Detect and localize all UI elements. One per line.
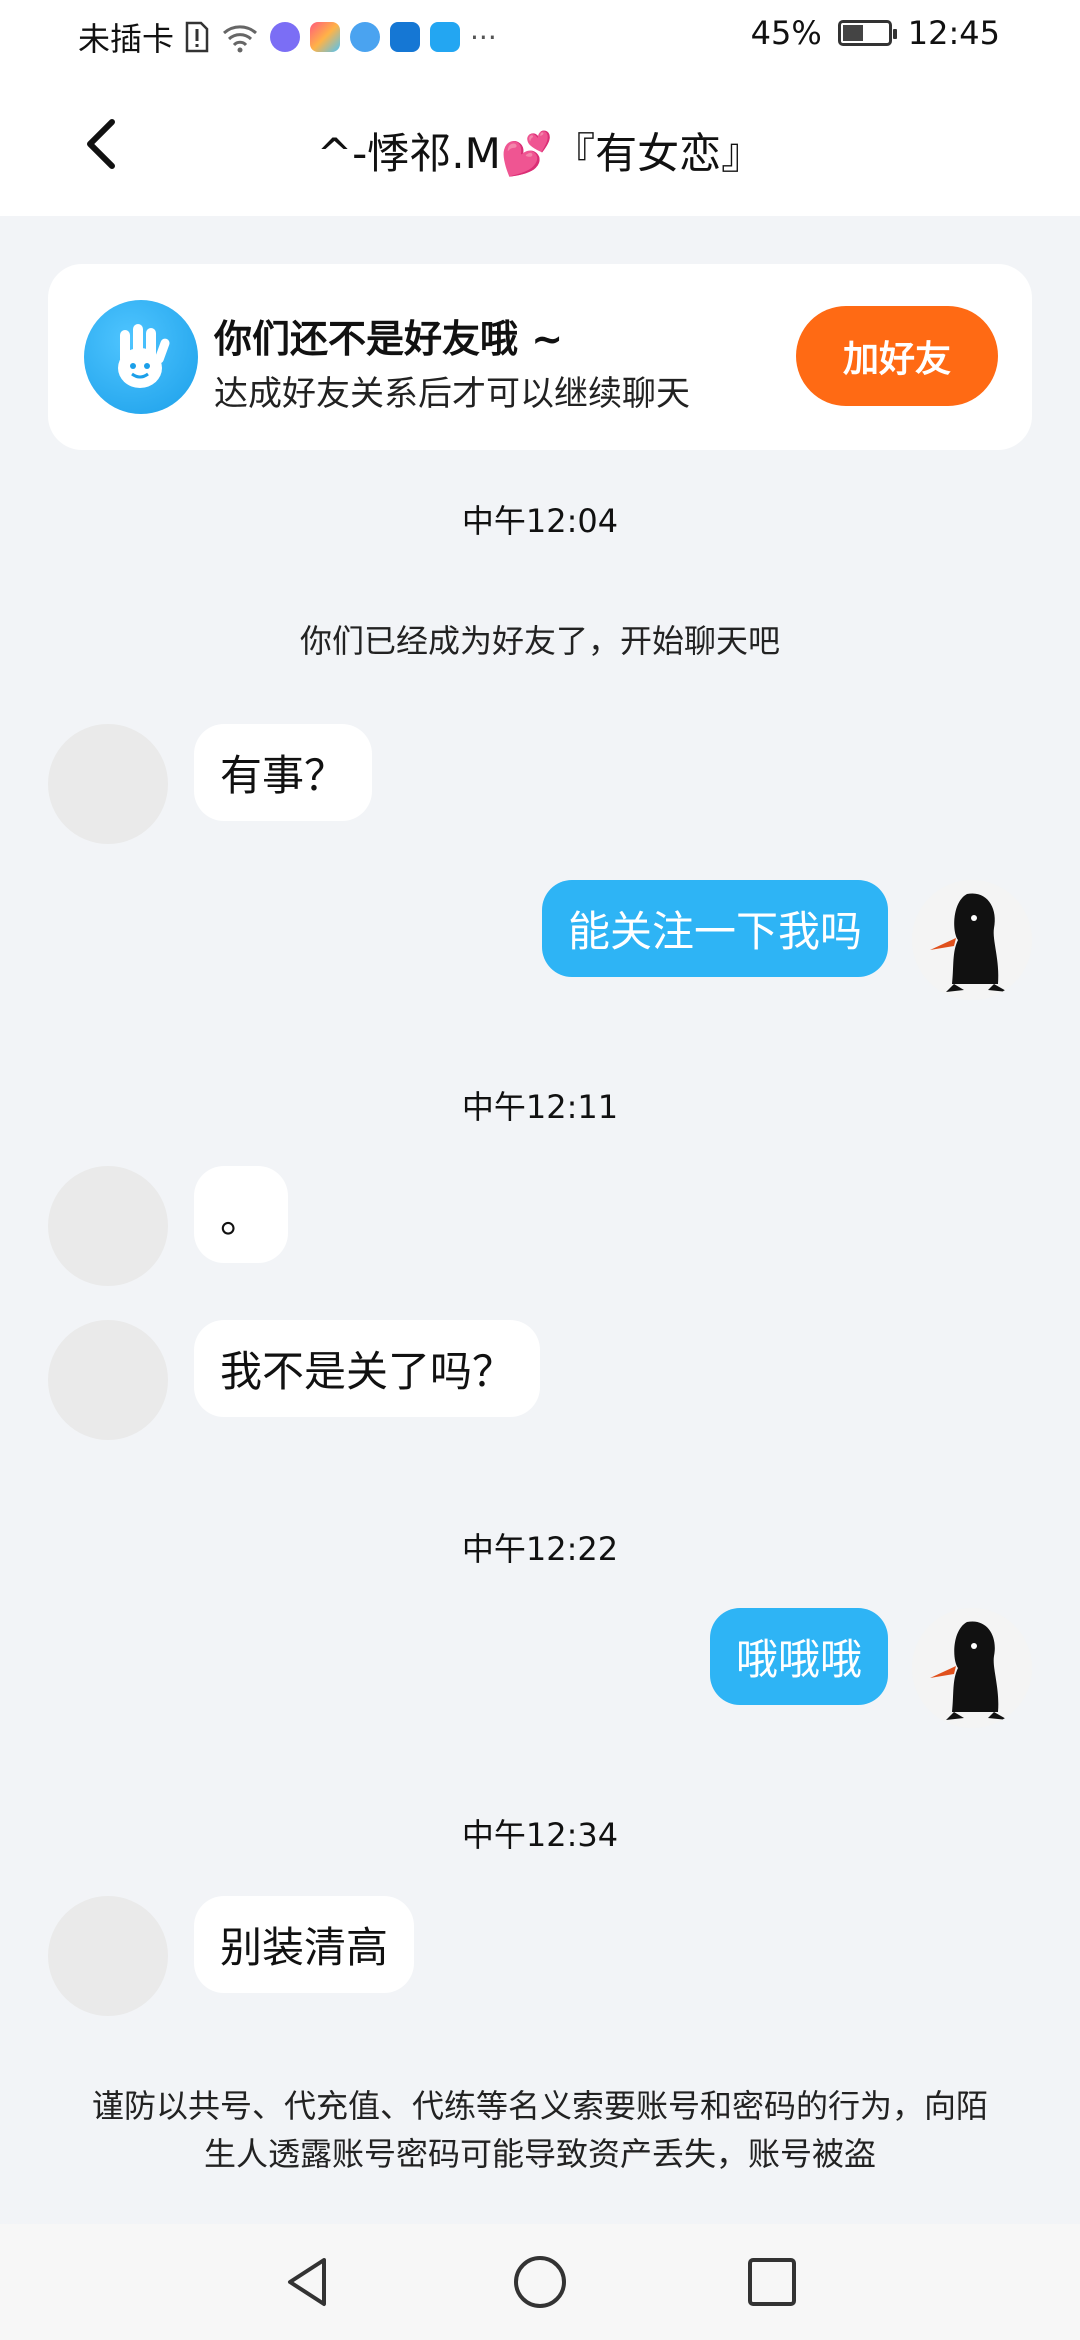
- status-bar: 未插卡 ··· 45% 12:45: [0, 0, 1080, 72]
- battery-percent: 45%: [750, 14, 822, 52]
- timestamp: 中午12:11: [461, 1088, 619, 1126]
- banner-title: 你们还不是好友哦 ~: [214, 317, 564, 361]
- waving-hand-icon: [84, 300, 198, 414]
- store-app-icon: [310, 22, 341, 52]
- not-friend-banner: 你们还不是好友哦 ~ 达成好友关系后才可以继续聊天 加好友: [48, 264, 1032, 450]
- nav-bar: ^-悸祁.M💕『有女恋』: [0, 72, 1080, 216]
- system-nav-bar: [0, 2224, 1080, 2340]
- incoming-message[interactable]: 有事？: [194, 724, 373, 821]
- timestamp: 中午12:22: [461, 1530, 619, 1568]
- back-triangle-icon[interactable]: [278, 2252, 338, 2312]
- contact-avatar[interactable]: [48, 1896, 168, 2016]
- clock: 12:45: [907, 14, 1000, 52]
- weather-app-icon: [390, 22, 421, 52]
- my-avatar[interactable]: [912, 1608, 1032, 1728]
- contact-avatar[interactable]: [48, 724, 168, 844]
- status-left: 未插卡 ···: [78, 14, 497, 60]
- outgoing-message[interactable]: 哦哦哦: [709, 1608, 888, 1705]
- add-friend-button[interactable]: 加好友: [796, 306, 998, 406]
- music-app-icon: [270, 22, 301, 52]
- battery-icon: [837, 20, 897, 46]
- contact-avatar[interactable]: [48, 1166, 168, 1286]
- contact-avatar[interactable]: [48, 1320, 168, 1440]
- wifi-icon: [223, 25, 258, 53]
- system-notice: 你们已经成为好友了，开始聊天吧: [299, 622, 780, 660]
- more-notifications: ···: [470, 20, 497, 54]
- search-app-icon: [430, 22, 461, 52]
- sim-alert-icon: [185, 21, 209, 53]
- cube-app-icon: [350, 22, 381, 52]
- penguin-avatar-icon: [912, 880, 1032, 1000]
- timestamp: 中午12:34: [461, 1816, 619, 1854]
- penguin-avatar-icon: [912, 1608, 1032, 1728]
- timestamp: 中午12:04: [461, 502, 619, 540]
- my-avatar[interactable]: [912, 880, 1032, 1000]
- recents-square-icon[interactable]: [742, 2252, 802, 2312]
- outgoing-message[interactable]: 能关注一下我吗: [541, 880, 888, 977]
- banner-subtitle: 达成好友关系后才可以继续聊天: [214, 374, 690, 414]
- carrier-text: 未插卡: [78, 20, 175, 58]
- incoming-message[interactable]: 。: [194, 1166, 289, 1263]
- security-warning: 谨防以共号、代充值、代练等名义索要账号和密码的行为，向陌生人透露账号密码可能导致…: [91, 2087, 988, 2173]
- chat-title: ^-悸祁.M💕『有女恋』: [316, 129, 764, 178]
- status-right: 45% 12:45: [751, 14, 1000, 52]
- incoming-message[interactable]: 我不是关了吗？: [194, 1320, 541, 1417]
- home-circle-icon[interactable]: [510, 2252, 570, 2312]
- incoming-message[interactable]: 别装清高: [194, 1896, 415, 1993]
